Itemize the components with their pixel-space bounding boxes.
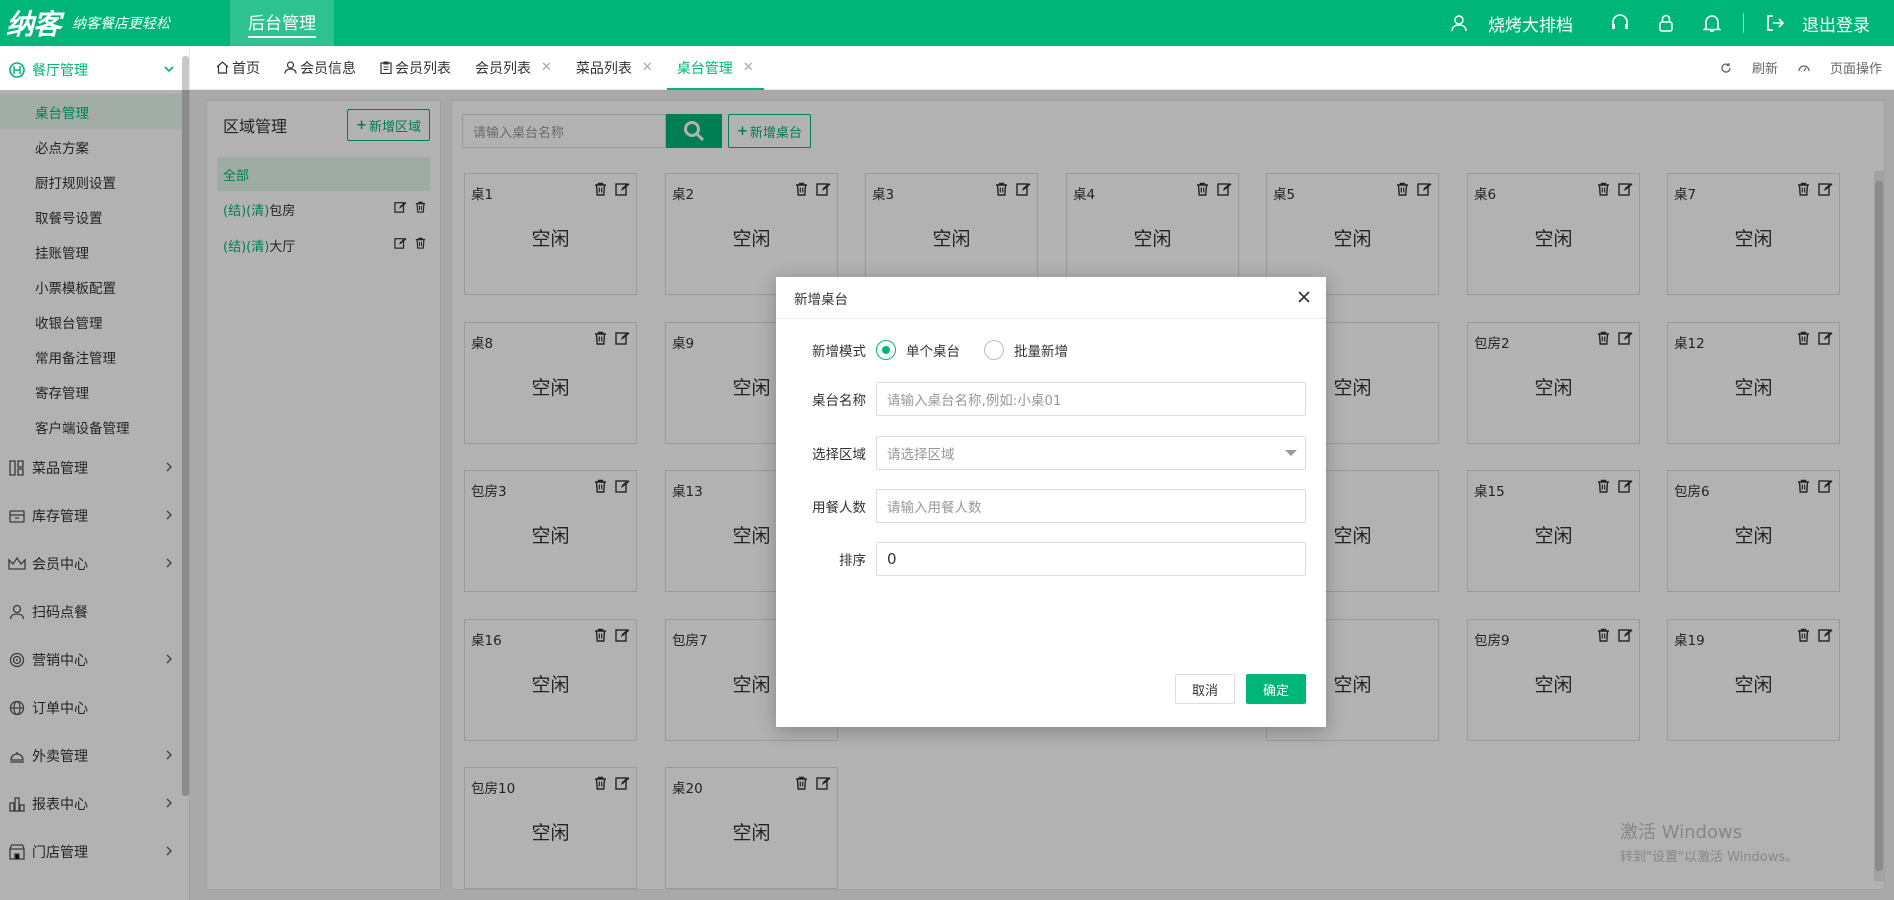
add-table-dialog: 新增桌台 新增模式 单个桌台 批量新增 桌台名称 请输入桌台名称,例如:小桌01… [776, 277, 1326, 727]
table-name-label: 桌台名称 [812, 393, 866, 409]
logout-link[interactable]: 退出登录 [1802, 11, 1870, 36]
table-name-input[interactable]: 请输入桌台名称,例如:小桌01 [876, 382, 1306, 416]
mode-batch-label: 批量新增 [1014, 344, 1068, 360]
divider [1743, 13, 1744, 33]
cancel-button[interactable]: 取消 [1175, 674, 1235, 704]
tab-item[interactable]: 会员信息 [274, 46, 366, 90]
tab-item[interactable]: 会员列表 [370, 46, 461, 90]
tab-item[interactable]: 首页 [206, 46, 270, 90]
tab-label: 菜品列表 [575, 60, 632, 77]
area-select[interactable]: 请选择区域 [876, 436, 1306, 470]
tab-item[interactable]: 会员列表 ✕ [465, 46, 562, 90]
home-icon [216, 61, 229, 74]
tab-label: 会员列表 [475, 60, 531, 77]
headset-icon[interactable] [1609, 12, 1631, 34]
dropdown-caret-icon [1285, 450, 1297, 456]
close-tab-icon[interactable]: ✕ [541, 60, 552, 75]
radio-unchecked-icon [984, 340, 1004, 360]
chevron-down-icon [163, 63, 175, 79]
mode-single-label: 单个桌台 [906, 344, 960, 360]
refresh-label: 刷新 [1751, 62, 1778, 77]
mode-batch-radio[interactable]: 批量新增 [984, 340, 1068, 360]
refresh-button[interactable]: 刷新 [1720, 58, 1778, 77]
sidebar-group-restaurant[interactable]: 餐厅管理 [0, 46, 189, 94]
sidebar-group-label: 餐厅管理 [32, 63, 88, 79]
close-tab-icon[interactable]: ✕ [642, 60, 653, 75]
restaurant-icon [8, 61, 26, 79]
tab-item[interactable]: 桌台管理 ✕ [666, 46, 764, 90]
people-input[interactable]: 请输入用餐人数 [876, 489, 1306, 523]
logo: 纳客 纳客餐店更轻松 [0, 3, 225, 43]
user-icon [1448, 12, 1470, 34]
logo-mark: 纳客 [6, 8, 61, 41]
area-select-placeholder: 请选择区域 [887, 447, 955, 463]
sort-label: 排序 [839, 553, 866, 569]
tab-label: 会员列表 [395, 60, 451, 77]
dialog-title: 新增桌台 [794, 291, 848, 308]
mode-single-radio[interactable]: 单个桌台 [876, 340, 960, 360]
gauge-icon [1798, 64, 1810, 71]
tab-label: 首页 [232, 60, 260, 77]
page-ops-label: 页面操作 [1829, 62, 1882, 77]
top-tab-backend[interactable]: 后台管理 [230, 0, 334, 46]
refresh-icon [1721, 62, 1731, 73]
top-tab-label: 后台管理 [248, 9, 316, 38]
page-ops-button[interactable]: 页面操作 [1798, 58, 1882, 77]
bell-icon[interactable] [1701, 12, 1723, 34]
user-icon [284, 61, 297, 74]
clipboard-icon [380, 61, 392, 74]
tab-item[interactable]: 菜品列表 ✕ [566, 46, 663, 90]
close-tab-icon[interactable]: ✕ [743, 60, 754, 75]
sort-input[interactable]: 0 [876, 542, 1306, 576]
confirm-button[interactable]: 确定 [1246, 674, 1306, 704]
top-bar: 纳客 纳客餐店更轻松 后台管理 烧烤大排档 退出登录 [0, 0, 1894, 46]
tab-label: 桌台管理 [676, 60, 733, 77]
close-icon[interactable] [1294, 287, 1314, 307]
tab-bar: 首页 会员信息 会员列表 会员列表 ✕ 菜品列表 ✕ 桌台管理 ✕ 刷新 页面操作 [190, 46, 1894, 90]
mode-label: 新增模式 [812, 344, 866, 360]
logout-icon[interactable] [1764, 12, 1786, 34]
area-select-label: 选择区域 [812, 447, 866, 463]
people-label: 用餐人数 [812, 500, 866, 516]
logo-slogan: 纳客餐店更轻松 [72, 16, 171, 32]
tab-label: 会员信息 [300, 60, 356, 77]
radio-checked-icon [876, 340, 896, 360]
lock-icon[interactable] [1655, 12, 1677, 34]
user-name[interactable]: 烧烤大排档 [1488, 11, 1573, 36]
